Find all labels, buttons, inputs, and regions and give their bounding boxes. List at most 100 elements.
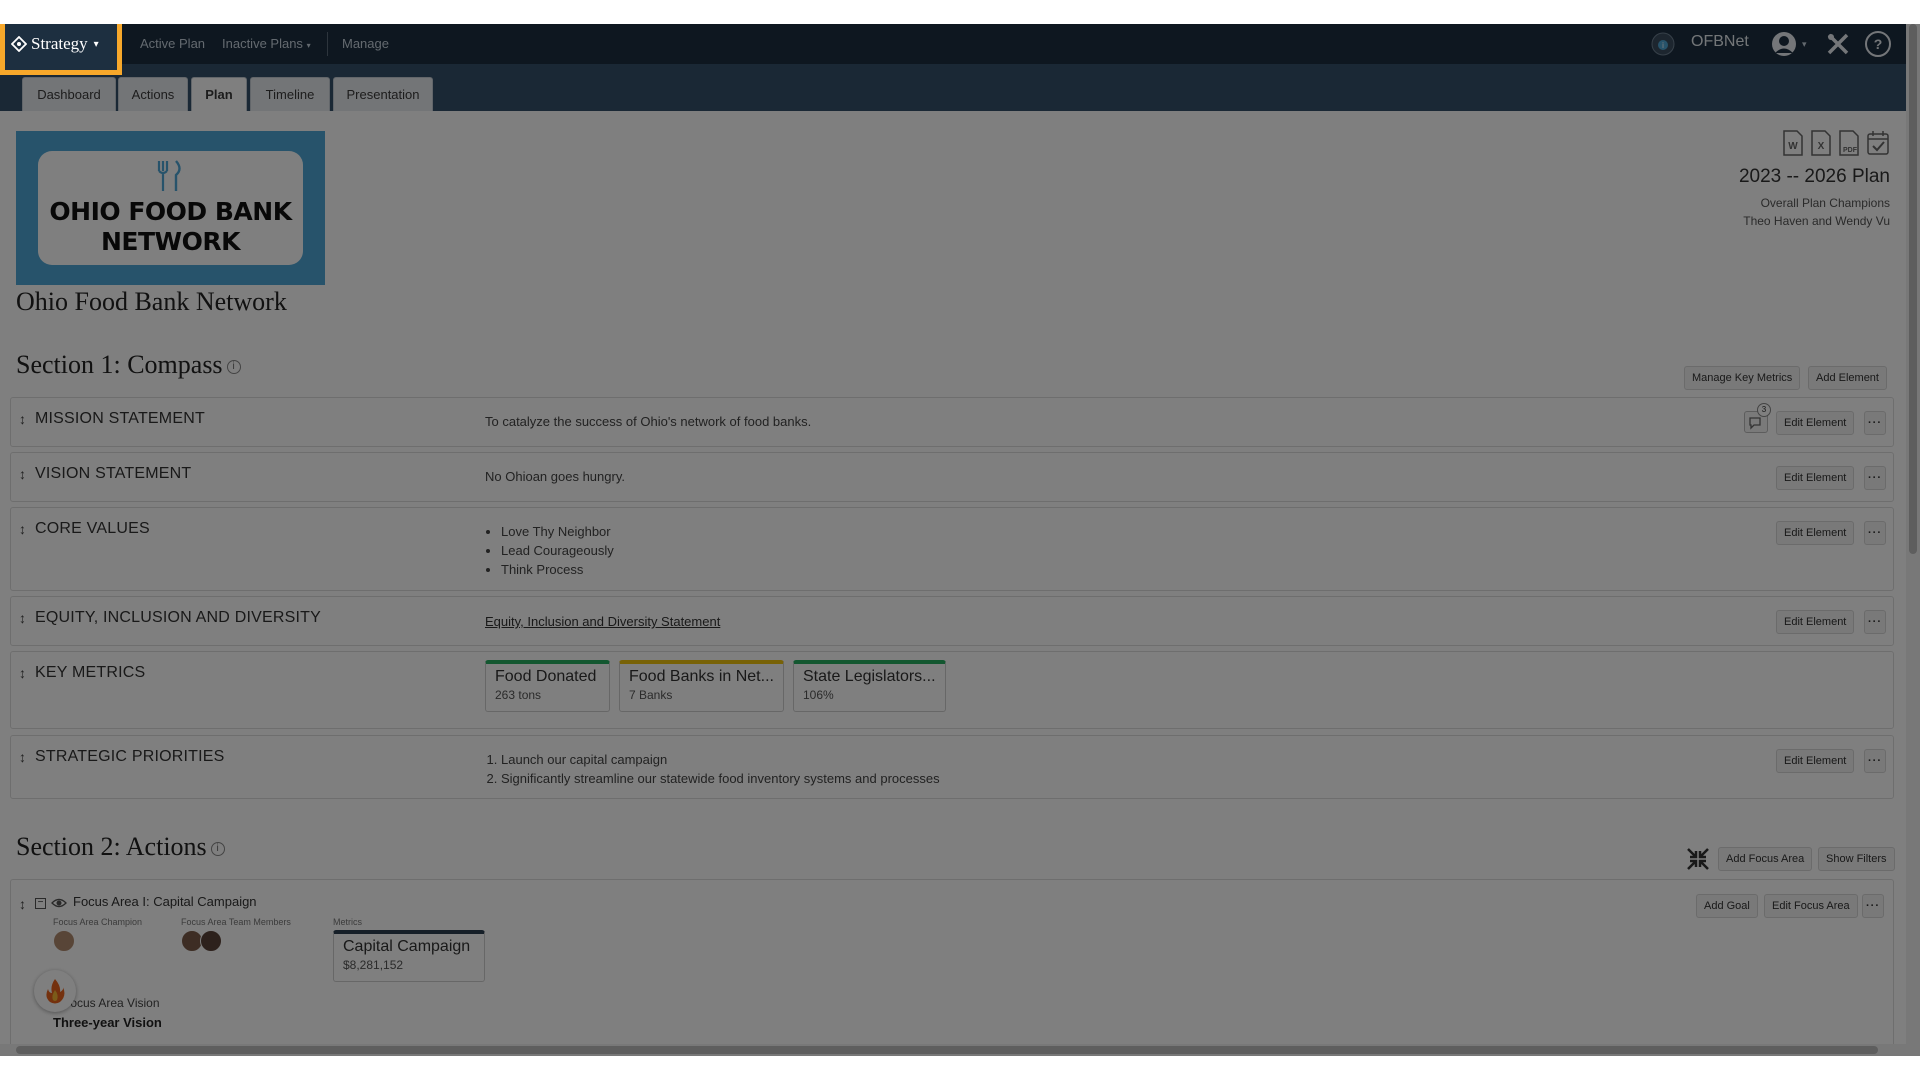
team-members-label: Focus Area Team Members [181, 917, 291, 927]
metric-value: $8,281,152 [343, 958, 404, 972]
tab-bar: Dashboard Actions Plan Timeline Presenta… [0, 64, 1920, 111]
champions-names: Theo Haven and Wendy Vu [1743, 214, 1890, 228]
info-icon[interactable]: i [210, 842, 225, 857]
drag-handle-icon[interactable]: ↕ [19, 665, 26, 681]
eye-icon[interactable] [51, 896, 67, 915]
drag-handle-icon[interactable]: ↕ [19, 610, 26, 626]
fork-knife-icon [157, 160, 181, 191]
vision-value: No Ohioan goes hungry. [485, 469, 625, 484]
list-item: Lead Courageously [501, 541, 614, 560]
equity-statement-link[interactable]: Equity, Inclusion and Diversity Statemen… [485, 614, 720, 629]
top-navbar: Active Plan Inactive Plans ▾ Manage i OF… [0, 24, 1920, 64]
metric-name: Capital Campaign [343, 938, 471, 955]
horizontal-scrollbar[interactable] [0, 1044, 1920, 1056]
avatar[interactable] [200, 930, 222, 952]
tab-plan[interactable]: Plan [191, 77, 247, 111]
list-item: Love Thy Neighbor [501, 522, 614, 541]
flame-icon[interactable] [34, 970, 76, 1012]
avatar[interactable] [53, 930, 75, 952]
core-values-row: ↕ CORE VALUES Love Thy Neighbor Lead Cou… [10, 507, 1894, 591]
edit-focus-area-button[interactable]: Edit Focus Area [1764, 894, 1858, 918]
metric-card-food-banks[interactable]: Food Banks in Net... 7 Banks [619, 660, 784, 712]
help-icon[interactable]: ? [1864, 30, 1892, 58]
edit-element-button[interactable]: Edit Element [1776, 749, 1855, 773]
focus-vision-label: Focus Area Vision [63, 996, 160, 1010]
more-options-button[interactable]: ··· [1864, 610, 1886, 634]
manage-key-metrics-button[interactable]: Manage Key Metrics [1684, 366, 1801, 390]
list-item: Think Process [501, 560, 614, 579]
compass-icon [11, 36, 27, 52]
org-name: Ohio Food Bank Network [16, 287, 287, 316]
plan-info: 2023 -- 2026 Plan Overall Plan Champions… [1739, 130, 1890, 228]
tab-timeline[interactable]: Timeline [250, 77, 330, 111]
more-options-button[interactable]: ··· [1864, 466, 1886, 490]
metric-name: State Legislators... [803, 668, 936, 685]
mission-row: ↕ MISSION STATEMENT To catalyze the succ… [10, 397, 1894, 447]
drag-handle-icon[interactable]: ↕ [19, 749, 26, 765]
comments-icon[interactable]: 3 [1744, 403, 1771, 433]
section-1-title: Section 1: Compass i [16, 350, 241, 380]
info-icon[interactable]: i [226, 360, 241, 375]
vertical-scrollbar[interactable] [1906, 24, 1920, 1044]
champion-label: Focus Area Champion [53, 917, 143, 927]
drag-handle-icon[interactable]: ↕ [19, 466, 26, 482]
core-values-list: Love Thy Neighbor Lead Courageously Thin… [501, 522, 614, 579]
brand-label: Strategy [31, 34, 88, 53]
drag-handle-icon[interactable]: ↕ [19, 896, 26, 912]
collapse-toggle-icon[interactable]: − [35, 898, 46, 909]
more-options-button[interactable]: ··· [1864, 749, 1886, 773]
svg-text:?: ? [1874, 36, 1883, 52]
nav-inactive-plans[interactable]: Inactive Plans ▾ [222, 36, 311, 51]
nav-active-plan[interactable]: Active Plan [140, 36, 205, 51]
metric-card-food-donated[interactable]: Food Donated 263 tons [485, 660, 610, 712]
org-logo: OHIO FOOD BANK NETWORK [16, 131, 325, 285]
priorities-list: Launch our capital campaign Significantl… [501, 750, 940, 788]
mission-value: To catalyze the success of Ohio's networ… [485, 414, 812, 429]
section-2-title: Section 2: Actions i [16, 832, 225, 862]
strategy-menu-button[interactable]: Strategy ▾ [0, 24, 122, 75]
user-avatar-icon[interactable]: ▾ [1770, 30, 1807, 58]
edit-element-button[interactable]: Edit Element [1776, 466, 1855, 490]
metric-card-state-legislators[interactable]: State Legislators... 106% [793, 660, 946, 712]
vision-row: ↕ VISION STATEMENT No Ohioan goes hungry… [10, 452, 1894, 502]
notification-icon[interactable]: i [1650, 30, 1676, 58]
equity-label: EQUITY, INCLUSION AND DIVERSITY [35, 609, 321, 626]
logo-text-line2: NETWORK [100, 227, 241, 256]
nav-divider [327, 32, 328, 56]
comment-count-badge: 3 [1757, 403, 1771, 417]
add-goal-button[interactable]: Add Goal [1696, 894, 1758, 918]
svg-text:i: i [1662, 41, 1664, 50]
drag-handle-icon[interactable]: ↕ [19, 521, 26, 537]
add-element-button[interactable]: Add Element [1808, 366, 1887, 390]
org-code[interactable]: OFBNet [1691, 33, 1749, 51]
metric-name: Food Banks in Net... [629, 668, 774, 685]
focus-vision-title: Three-year Vision [53, 1015, 162, 1030]
more-options-button[interactable]: ··· [1864, 411, 1886, 435]
show-filters-button[interactable]: Show Filters [1818, 847, 1895, 871]
edit-element-button[interactable]: Edit Element [1776, 521, 1855, 545]
more-options-button[interactable]: ··· [1862, 894, 1884, 918]
chevron-down-icon: ▾ [93, 38, 99, 50]
tab-presentation[interactable]: Presentation [333, 77, 433, 111]
edit-element-button[interactable]: Edit Element [1776, 610, 1855, 634]
plan-title: 2023 -- 2026 Plan [1738, 166, 1890, 187]
metrics-label: Metrics [333, 917, 362, 927]
key-metrics-label: KEY METRICS [35, 664, 146, 681]
drag-handle-icon[interactable]: ↕ [19, 411, 26, 427]
list-item: Launch our capital campaign [501, 750, 940, 769]
strategic-priorities-row: ↕ STRATEGIC PRIORITIES Launch our capita… [10, 735, 1894, 799]
add-focus-area-button[interactable]: Add Focus Area [1718, 847, 1813, 871]
collapse-all-icon[interactable] [1685, 846, 1711, 872]
tools-icon[interactable] [1824, 30, 1852, 58]
champions-label: Overall Plan Champions [1760, 196, 1890, 210]
tab-actions[interactable]: Actions [118, 77, 188, 111]
nav-manage[interactable]: Manage [342, 36, 389, 51]
tab-dashboard[interactable]: Dashboard [22, 77, 116, 111]
edit-element-button[interactable]: Edit Element [1776, 411, 1855, 435]
priorities-label: STRATEGIC PRIORITIES [35, 748, 225, 765]
equity-row: ↕ EQUITY, INCLUSION AND DIVERSITY Equity… [10, 596, 1894, 646]
metric-card-capital-campaign[interactable]: Capital Campaign $8,281,152 [333, 930, 485, 982]
vision-label: VISION STATEMENT [35, 465, 192, 482]
more-options-button[interactable]: ··· [1864, 521, 1886, 545]
metric-value: 7 Banks [629, 688, 673, 702]
